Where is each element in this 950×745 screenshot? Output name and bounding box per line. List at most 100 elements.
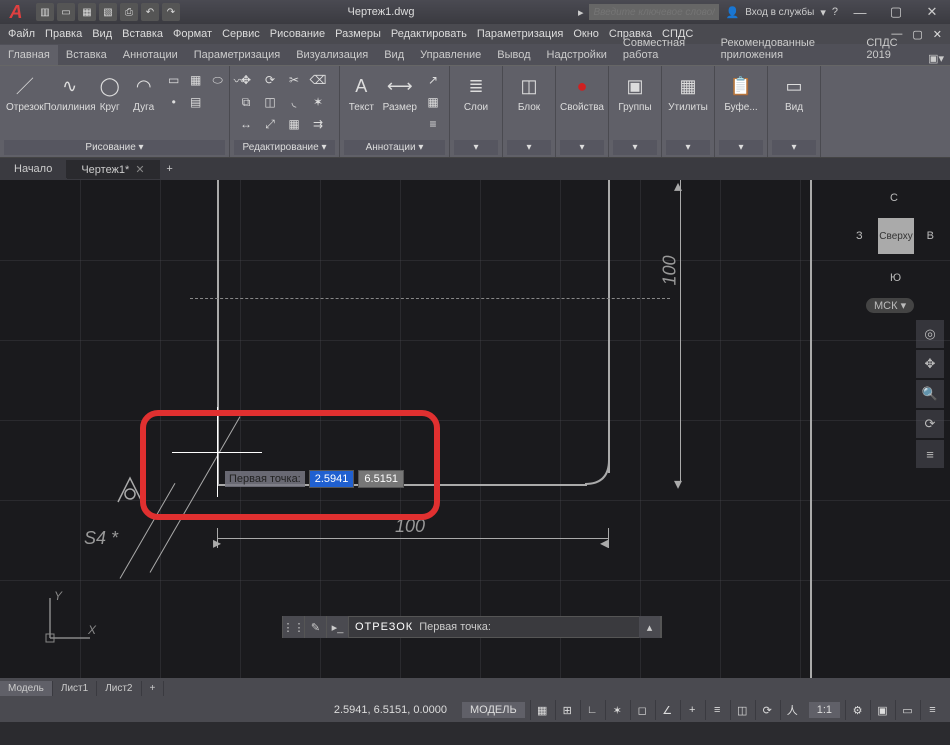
menu-dim[interactable]: Размеры — [335, 28, 381, 40]
erase-icon[interactable]: ⌫ — [308, 70, 328, 90]
status-dyn-icon[interactable]: + — [680, 700, 704, 720]
tool-viewport[interactable]: ▭Вид — [772, 68, 816, 117]
minimize-button[interactable]: — — [842, 0, 878, 24]
open-icon[interactable]: ▭ — [57, 3, 75, 21]
panel-layers-dd[interactable]: ▾ — [454, 140, 498, 155]
tool-block[interactable]: ◫Блок — [507, 68, 551, 117]
leader-icon[interactable]: ↗ — [423, 70, 443, 90]
tool-polyline[interactable]: ∿Полилиния — [48, 68, 92, 117]
plot-icon[interactable]: ⎙ — [120, 3, 138, 21]
menu-edit[interactable]: Правка — [45, 28, 82, 40]
drawing-canvas[interactable]: ▸◂ 100 ▴▾ 100 S4 * Первая точка: 2.5941 … — [0, 180, 950, 678]
tab-insert[interactable]: Вставка — [58, 45, 115, 65]
tab-layout1[interactable]: Лист1 — [53, 681, 97, 696]
array-icon[interactable]: ▦ — [284, 114, 304, 134]
command-line[interactable]: ⋮⋮ ✎ ▸_ ОТРЕЗОК Первая точка: ▴ — [282, 616, 662, 638]
menu-file[interactable]: Файл — [8, 28, 35, 40]
doc-tab-new[interactable]: + — [160, 163, 180, 175]
exchange-icon[interactable]: ▾ — [820, 6, 826, 19]
panel-view-dd[interactable]: ▾ — [772, 140, 816, 155]
help-icon[interactable]: ? — [832, 6, 838, 18]
undo-icon[interactable]: ↶ — [141, 3, 159, 21]
copy-icon[interactable]: ⧉ — [236, 92, 256, 112]
tab-collab[interactable]: Совместная работа — [615, 33, 713, 65]
panel-props-dd[interactable]: ▾ — [560, 140, 604, 155]
menu-insert[interactable]: Вставка — [122, 28, 163, 40]
status-grid-icon[interactable]: ▦ — [530, 700, 554, 720]
tab-model[interactable]: Модель — [0, 681, 53, 696]
status-otrack-icon[interactable]: ∠ — [655, 700, 679, 720]
tool-dim[interactable]: ⟷Размер — [381, 68, 419, 117]
wcs-dropdown[interactable]: МСК ▾ — [866, 298, 914, 313]
save-icon[interactable]: ▦ — [78, 3, 96, 21]
rect-icon[interactable]: ▭ — [164, 70, 184, 90]
doc-close-icon[interactable]: ✕ — [933, 28, 942, 41]
panel-annot-title[interactable]: Аннотации ▾ — [344, 140, 445, 155]
trim-icon[interactable]: ✂ — [284, 70, 304, 90]
tool-layers[interactable]: ≣Слои — [454, 68, 498, 117]
tool-arc[interactable]: ◠Дуга — [128, 68, 160, 117]
status-anno-icon[interactable]: 人 — [780, 700, 804, 720]
status-polar-icon[interactable]: ✶ — [605, 700, 629, 720]
signin-link[interactable]: Вход в службы — [745, 7, 814, 18]
viewcube-face[interactable]: Сверху — [878, 218, 914, 254]
tool-utils[interactable]: ▦Утилиты — [666, 68, 710, 117]
new-icon[interactable]: ▥ — [36, 3, 54, 21]
nav-orbit-icon[interactable]: ⟳ — [916, 410, 944, 438]
redo-icon[interactable]: ↷ — [162, 3, 180, 21]
tab-view[interactable]: Вид — [376, 45, 412, 65]
maximize-button[interactable]: ▢ — [878, 0, 914, 24]
tool-groups[interactable]: ▣Группы — [613, 68, 657, 117]
tab-manage[interactable]: Управление — [412, 45, 489, 65]
fillet-icon[interactable]: ◟ — [284, 92, 304, 112]
dyn-x-input[interactable]: 2.5941 — [309, 470, 355, 488]
table-icon[interactable]: ▦ — [423, 92, 443, 112]
nav-wheel-icon[interactable]: ◎ — [916, 320, 944, 348]
scale-icon[interactable]: ⤢ — [260, 114, 280, 134]
status-cycle-icon[interactable]: ⟳ — [755, 700, 779, 720]
status-ortho-icon[interactable]: ∟ — [580, 700, 604, 720]
ellipse-icon[interactable]: ⬭ — [208, 70, 228, 90]
ribbon-collapse-icon[interactable]: ▣▾ — [922, 52, 950, 65]
tab-annotate[interactable]: Аннотации — [115, 45, 186, 65]
nav-pan-icon[interactable]: ✥ — [916, 350, 944, 378]
tab-addins[interactable]: Надстройки — [539, 45, 615, 65]
menu-format[interactable]: Формат — [173, 28, 212, 40]
explode-icon[interactable]: ✶ — [308, 92, 328, 112]
tab-layout-new[interactable]: + — [142, 681, 165, 696]
panel-clip-dd[interactable]: ▾ — [719, 140, 763, 155]
status-iso-icon[interactable]: ▣ — [870, 700, 894, 720]
menu-param[interactable]: Параметризация — [477, 28, 563, 40]
tool-clipboard[interactable]: 📋Буфе... — [719, 68, 763, 117]
tab-layout2[interactable]: Лист2 — [97, 681, 141, 696]
tool-text[interactable]: AТекст — [344, 68, 379, 117]
tool-circle[interactable]: ◯Круг — [94, 68, 126, 117]
menu-draw[interactable]: Рисование — [270, 28, 325, 40]
hatch-icon[interactable]: ▦ — [186, 70, 206, 90]
saveas-icon[interactable]: ▧ — [99, 3, 117, 21]
move-icon[interactable]: ✥ — [236, 70, 256, 90]
panel-modify-title[interactable]: Редактирование ▾ — [234, 140, 335, 155]
tab-spds[interactable]: СПДС 2019 — [858, 33, 922, 65]
point-icon[interactable]: • — [164, 92, 184, 112]
cmd-expand-icon[interactable]: ▴ — [639, 616, 661, 638]
status-osnap-icon[interactable]: ◻ — [630, 700, 654, 720]
panel-utils-dd[interactable]: ▾ — [666, 140, 710, 155]
status-model-badge[interactable]: МОДЕЛЬ — [462, 702, 525, 718]
region-icon[interactable]: ▤ — [186, 92, 206, 112]
status-gear-icon[interactable]: ⚙ — [845, 700, 869, 720]
menu-view[interactable]: Вид — [92, 28, 112, 40]
panel-groups-dd[interactable]: ▾ — [613, 140, 657, 155]
menu-window[interactable]: Окно — [573, 28, 599, 40]
panel-draw-title[interactable]: Рисование ▾ — [4, 140, 225, 155]
offset-icon[interactable]: ⇉ — [308, 114, 328, 134]
nav-zoom-icon[interactable]: 🔍 — [916, 380, 944, 408]
menu-service[interactable]: Сервис — [222, 28, 260, 40]
menu-modify[interactable]: Редактировать — [391, 28, 467, 40]
stretch-icon[interactable]: ↔ — [236, 114, 256, 134]
doc-tab-drawing[interactable]: Чертеж1*✕ — [67, 160, 159, 179]
status-trans-icon[interactable]: ◫ — [730, 700, 754, 720]
cmd-handle-icon[interactable]: ⋮⋮ — [283, 616, 305, 638]
status-custom-icon[interactable]: ≡ — [920, 700, 944, 720]
tab-param[interactable]: Параметризация — [186, 45, 288, 65]
